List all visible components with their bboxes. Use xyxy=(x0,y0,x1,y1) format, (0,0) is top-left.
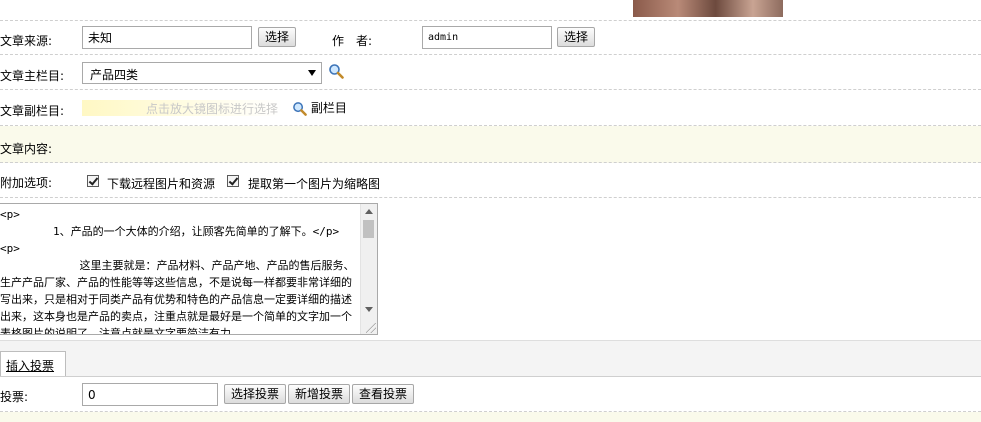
download-remote-label: 下载远程图片和资源 xyxy=(107,177,216,191)
bottom-highlight-strip xyxy=(0,412,981,422)
scrollbar-thumb[interactable] xyxy=(363,220,374,238)
tab-insert-vote-label: 插入投票 xyxy=(6,359,55,373)
source-label: 文章来源: xyxy=(0,34,53,48)
sub-column-row: 文章副栏目: 点击放大镜图标进行选择 副栏目 xyxy=(0,90,981,126)
options-row: 附加选项: 下载远程图片和资源 提取第一个图片为缩略图 xyxy=(0,163,981,198)
sub-column-link-label: 副栏目 xyxy=(310,101,347,115)
magnifier-icon[interactable] xyxy=(328,63,344,79)
author-select-button[interactable]: 选择 xyxy=(557,27,596,47)
content-editor[interactable]: <p> 1、产品的一个大体的介绍，让顾客先简单的了解下。</p> <p> 这里主… xyxy=(0,203,378,335)
main-column-selected-value: 产品四类 xyxy=(90,68,139,82)
tab-insert-vote[interactable]: 插入投票 xyxy=(0,351,66,376)
view-vote-button[interactable]: 查看投票 xyxy=(352,384,415,404)
vote-tab-bar: 插入投票 xyxy=(0,340,981,377)
source-author-row: 文章来源: 选择 作 者: 选择 xyxy=(0,21,981,55)
vote-input[interactable] xyxy=(82,383,218,406)
content-label-row: 文章内容: xyxy=(0,126,981,163)
vote-row: 投票: 选择投票 新增投票 查看投票 xyxy=(0,376,981,412)
add-vote-button[interactable]: 新增投票 xyxy=(288,384,351,404)
options-label: 附加选项: xyxy=(0,176,53,190)
first-image-thumb-label: 提取第一个图片为缩略图 xyxy=(248,177,381,191)
sub-column-field[interactable]: 点击放大镜图标进行选择 xyxy=(82,100,282,116)
magnifier-icon xyxy=(292,101,311,116)
author-input[interactable] xyxy=(422,26,552,49)
first-image-thumb-checkbox[interactable] xyxy=(227,175,239,187)
scroll-up-icon[interactable] xyxy=(365,209,373,214)
select-vote-button[interactable]: 选择投票 xyxy=(224,384,287,404)
download-remote-checkbox[interactable] xyxy=(87,175,99,187)
vote-label: 投票: xyxy=(0,390,29,404)
article-thumbnail-image xyxy=(633,0,783,17)
main-column-row: 文章主栏目: 产品四类 xyxy=(0,55,981,90)
source-input[interactable] xyxy=(82,26,252,49)
main-column-select[interactable]: 产品四类 xyxy=(82,62,322,84)
sub-column-hint: 点击放大镜图标进行选择 xyxy=(146,102,279,116)
author-label: 作 者: xyxy=(332,34,373,48)
chevron-down-icon xyxy=(308,70,316,76)
source-select-button[interactable]: 选择 xyxy=(258,27,297,47)
sub-column-label: 文章副栏目: xyxy=(0,104,65,118)
content-label: 文章内容: xyxy=(0,142,53,156)
main-column-label: 文章主栏目: xyxy=(0,69,65,83)
scroll-down-icon[interactable] xyxy=(365,307,373,312)
editor-text: <p> 1、产品的一个大体的介绍，让顾客先简单的了解下。</p> <p> 这里主… xyxy=(0,208,355,335)
editor-scrollbar[interactable] xyxy=(360,204,377,334)
resize-grip-icon[interactable] xyxy=(366,323,376,333)
sub-column-link[interactable]: 副栏目 xyxy=(292,99,347,116)
